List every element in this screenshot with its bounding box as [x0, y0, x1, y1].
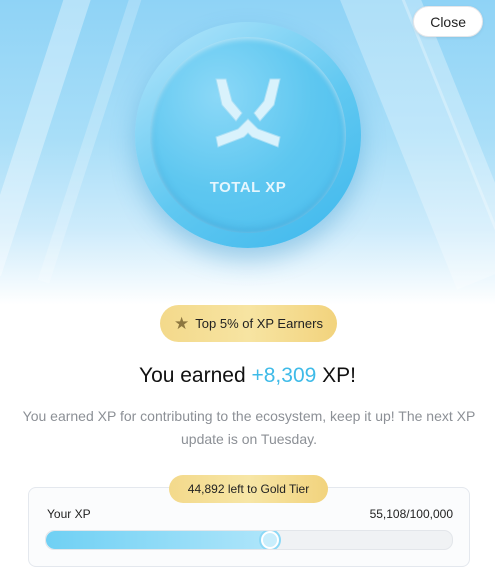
coin-label: TOTAL XP: [209, 179, 287, 196]
star-icon: ★: [174, 314, 190, 333]
hero-banner: TOTAL XP: [0, 0, 495, 305]
headline-suffix: XP!: [316, 364, 356, 387]
earned-amount: +8,309: [251, 364, 317, 387]
earned-headline: You earned +8,309 XP!: [0, 364, 495, 388]
xp-value: 55,108/100,000: [369, 507, 453, 521]
total-xp-coin: TOTAL XP: [135, 22, 361, 248]
trident-logo-icon: [215, 78, 281, 148]
description-text: You earned XP for contributing to the ec…: [22, 408, 476, 447]
xp-progress-fill: [46, 531, 270, 549]
coin-face: TOTAL XP: [150, 37, 346, 233]
your-xp-label: Your XP: [47, 507, 91, 521]
close-button[interactable]: Close: [413, 6, 483, 37]
xp-progress-track: [45, 530, 453, 550]
gold-tier-tag: 44,892 left to Gold Tier: [169, 475, 328, 503]
rank-badge-text: Top 5% of XP Earners: [195, 316, 323, 331]
headline-prefix: You earned: [138, 364, 252, 387]
rank-badge: ★ Top 5% of XP Earners: [160, 305, 337, 342]
xp-progress-knob: [260, 531, 279, 549]
